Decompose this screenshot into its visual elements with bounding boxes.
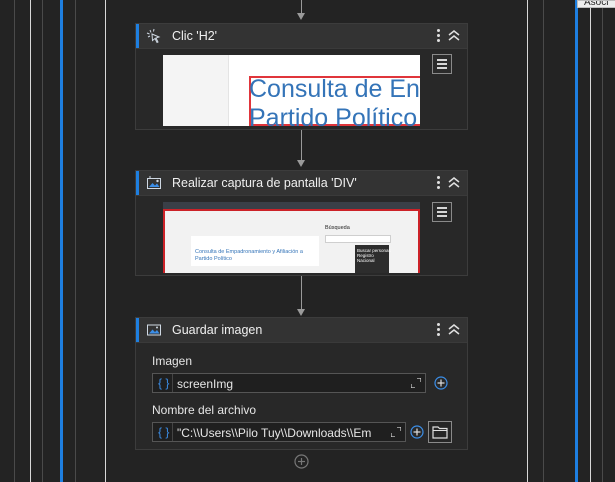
image-variable-value: screenImg bbox=[177, 377, 234, 391]
element-preview: Consulta de En Partido Político bbox=[163, 55, 420, 126]
variable-icon: { } bbox=[158, 425, 170, 439]
collapse-icon[interactable] bbox=[447, 322, 461, 336]
preview-heading-line-1: Consulta de En bbox=[249, 75, 420, 103]
flow-connector bbox=[301, 276, 302, 309]
preview-heading-line-2: Partido Político bbox=[249, 104, 418, 126]
image-variable-input[interactable]: { } screenImg bbox=[152, 373, 426, 393]
add-variable-icon[interactable] bbox=[434, 376, 448, 390]
card-title: Realizar captura de pantalla 'DIV' bbox=[172, 176, 357, 190]
guide-line bbox=[602, 0, 603, 482]
screenshot-icon bbox=[147, 176, 161, 189]
action-card-save-image[interactable]: Guardar imagen Imagen { } screenImg Nomb… bbox=[135, 317, 468, 450]
preview-dark-line-3: Nacional bbox=[357, 258, 375, 263]
preview-text-line-2: Partido Político bbox=[195, 256, 232, 262]
add-action-icon[interactable] bbox=[294, 454, 309, 469]
card-header[interactable]: Clic 'H2' bbox=[136, 24, 467, 49]
folder-icon bbox=[432, 426, 448, 439]
card-title: Clic 'H2' bbox=[172, 29, 218, 43]
expand-icon[interactable] bbox=[411, 378, 421, 388]
action-card-screenshot[interactable]: Realizar captura de pantalla 'DIV' Consu… bbox=[135, 170, 468, 276]
variable-icon: { } bbox=[158, 376, 170, 390]
selection-line bbox=[575, 0, 578, 482]
guide-line bbox=[75, 0, 76, 482]
preview-text-line-1: Consulta de Empadronamiento y Afiliación… bbox=[195, 249, 303, 255]
browse-folder-button[interactable] bbox=[428, 421, 452, 443]
card-accent bbox=[136, 318, 139, 342]
guide-line bbox=[590, 0, 591, 482]
flow-connector bbox=[301, 0, 302, 13]
flow-arrow-icon bbox=[297, 309, 305, 316]
card-accent bbox=[136, 24, 139, 48]
filename-value: "C:\\Users\\Pilo Tuy\\Downloads\\Em bbox=[177, 426, 372, 440]
guide-line bbox=[527, 0, 528, 482]
screenshot-preview: Consulta de Empadronamiento y Afiliación… bbox=[163, 202, 420, 273]
tooltip: Asoci bbox=[577, 0, 615, 8]
guide-line bbox=[42, 0, 43, 482]
field-label-filename: Nombre del archivo bbox=[152, 403, 257, 417]
action-card-click[interactable]: Clic 'H2' Consulta de En Partido Polític… bbox=[135, 23, 468, 130]
card-header[interactable]: Realizar captura de pantalla 'DIV' bbox=[136, 171, 467, 196]
add-variable-icon[interactable] bbox=[410, 425, 424, 439]
expand-icon[interactable] bbox=[391, 427, 401, 437]
collapse-icon[interactable] bbox=[447, 175, 461, 189]
selection-line bbox=[60, 0, 63, 482]
flow-arrow-icon bbox=[297, 13, 305, 20]
cursor-click-icon bbox=[146, 28, 161, 44]
more-options-icon[interactable] bbox=[435, 174, 441, 190]
card-header[interactable]: Guardar imagen bbox=[136, 318, 467, 343]
preview-side-heading: Búsqueda bbox=[325, 225, 350, 231]
image-icon bbox=[147, 324, 161, 336]
more-options-icon[interactable] bbox=[435, 27, 441, 43]
filename-input[interactable]: { } "C:\\Users\\Pilo Tuy\\Downloads\\Em bbox=[152, 422, 406, 442]
preview-menu-button[interactable] bbox=[432, 54, 452, 74]
flow-connector bbox=[301, 130, 302, 160]
card-title: Guardar imagen bbox=[172, 323, 263, 337]
more-options-icon[interactable] bbox=[435, 321, 441, 337]
guide-line bbox=[14, 0, 15, 482]
card-accent bbox=[136, 171, 139, 195]
guide-line bbox=[543, 0, 544, 482]
collapse-icon[interactable] bbox=[447, 28, 461, 42]
flow-arrow-icon bbox=[297, 160, 305, 167]
guide-line bbox=[30, 0, 31, 482]
field-label-image: Imagen bbox=[152, 354, 193, 368]
guide-line bbox=[105, 0, 106, 482]
preview-menu-button[interactable] bbox=[432, 202, 452, 222]
